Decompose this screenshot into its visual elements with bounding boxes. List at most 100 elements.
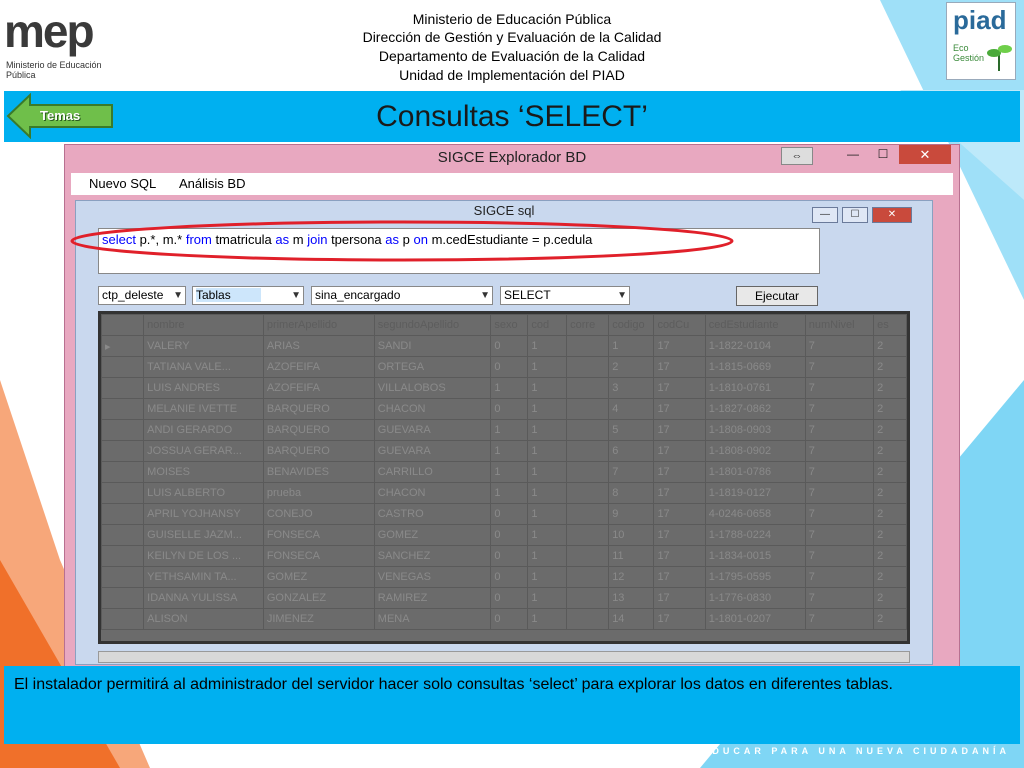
table-cell: 1 bbox=[490, 482, 529, 504]
tables-select[interactable]: Tablas ▼ bbox=[192, 286, 304, 305]
subwindow-maximize-button[interactable]: ☐ bbox=[842, 207, 868, 223]
column-header[interactable]: corre bbox=[566, 314, 610, 336]
row-selector bbox=[101, 377, 145, 399]
back-button-label[interactable]: Temas bbox=[40, 108, 80, 123]
column-header[interactable]: nombre bbox=[143, 314, 264, 336]
table-cell: 1-1834-0015 bbox=[704, 545, 806, 567]
table-cell: 1 bbox=[527, 377, 568, 399]
table-cell: FONSECA bbox=[262, 524, 375, 546]
table-cell: BENAVIDES bbox=[262, 461, 375, 483]
subwindow-close-button[interactable]: ✕ bbox=[872, 207, 912, 223]
table-cell: TATIANA VALE... bbox=[143, 356, 264, 378]
table-cell: 2 bbox=[873, 545, 907, 567]
window-minimize-button[interactable]: — bbox=[841, 147, 865, 163]
table-cell: LUIS ANDRES bbox=[143, 377, 264, 399]
table-cell: 17 bbox=[653, 545, 706, 567]
table-row[interactable]: ▸ VALERY ARIAS SANDI 0 1 1 17 1-1822-0104 7 2 bbox=[101, 335, 907, 357]
database-select[interactable]: ctp_deleste ▼ bbox=[98, 286, 186, 305]
table-cell bbox=[566, 419, 610, 441]
annotation-ellipse bbox=[70, 220, 734, 262]
table-row[interactable]: JOSSUA GERAR... BARQUERO GUEVARA 1 1 6 17 1-180… bbox=[101, 440, 907, 462]
table-cell: 13 bbox=[608, 587, 655, 609]
table-cell: 7 bbox=[608, 461, 655, 483]
table-cell: 7 bbox=[804, 440, 875, 462]
table-row[interactable]: LUIS ANDRES AZOFEIFA VILLALOBOS 1 1 3 17 1-1810… bbox=[101, 377, 907, 399]
menu-analisis-bd[interactable]: Análisis BD bbox=[179, 176, 245, 191]
table-cell: 1 bbox=[527, 419, 568, 441]
table-row[interactable]: MOISES BENAVIDES CARRILLO 1 1 7 17 1-1801-0786 7… bbox=[101, 461, 907, 483]
table-cell: BARQUERO bbox=[262, 440, 375, 462]
table-cell bbox=[566, 398, 610, 420]
menu-nuevo-sql[interactable]: Nuevo SQL bbox=[89, 176, 156, 191]
results-grid[interactable]: nombre primerApellido segundoApellido sexo c… bbox=[98, 311, 910, 644]
table-cell: 0 bbox=[490, 524, 529, 546]
table-cell bbox=[566, 440, 610, 462]
table-cell bbox=[566, 461, 610, 483]
table-cell: 7 bbox=[804, 356, 875, 378]
table-cell: 12 bbox=[608, 566, 655, 588]
column-header[interactable]: es bbox=[873, 314, 907, 336]
header-line-2: Dirección de Gestión y Evaluación de la … bbox=[362, 29, 662, 45]
column-header[interactable]: numNivel bbox=[804, 314, 875, 336]
table-cell bbox=[566, 545, 610, 567]
row-selector: ▸ bbox=[101, 335, 145, 357]
column-header[interactable]: codigo bbox=[608, 314, 655, 336]
table-row[interactable]: LUIS ALBERTO prueba CHACON 1 1 8 17 1-1819-0127… bbox=[101, 482, 907, 504]
table-cell: 1-1810-0761 bbox=[704, 377, 806, 399]
table-cell: 6 bbox=[608, 440, 655, 462]
table-row[interactable]: MELANIE IVETTE BARQUERO CHACON 0 1 4 17 1-1827-… bbox=[101, 398, 907, 420]
column-header[interactable]: codCu bbox=[653, 314, 706, 336]
table-row[interactable]: TATIANA VALE... AZOFEIFA ORTEGA 0 1 2 17 1-1815… bbox=[101, 356, 907, 378]
table-cell: 7 bbox=[804, 545, 875, 567]
table-cell: 1-1808-0903 bbox=[704, 419, 806, 441]
table-row[interactable]: ANDI GERARDO BARQUERO GUEVARA 1 1 5 17 1-1808-0… bbox=[101, 419, 907, 441]
column-header[interactable]: segundoApellido bbox=[373, 314, 492, 336]
query-type-select[interactable]: SELECT ▼ bbox=[500, 286, 630, 305]
table-row[interactable]: YETHSAMIN TA... GOMEZ VENEGAS 0 1 12 17 1-1795-… bbox=[101, 566, 907, 588]
table-cell: 1-1801-0786 bbox=[704, 461, 806, 483]
window-maximize-button[interactable]: ☐ bbox=[871, 147, 895, 163]
table-row[interactable]: APRIL YOJHANSY CONEJO CASTRO 0 1 9 17 4-0246-06… bbox=[101, 503, 907, 525]
menu-bar: Nuevo SQL Análisis BD bbox=[71, 173, 953, 195]
execute-button[interactable]: Ejecutar bbox=[736, 286, 818, 306]
table-cell: 17 bbox=[653, 587, 706, 609]
header-line-4: Unidad de Implementación del PIAD bbox=[399, 67, 625, 83]
table-cell: 7 bbox=[804, 587, 875, 609]
table-cell: FONSECA bbox=[262, 545, 375, 567]
horizontal-scrollbar[interactable] bbox=[98, 651, 910, 663]
column-header[interactable]: cod bbox=[527, 314, 568, 336]
table-row[interactable]: ALISON JIMENEZ MENA 0 1 14 17 1-1801-0207 7 2 bbox=[101, 608, 907, 630]
table-cell: AZOFEIFA bbox=[262, 356, 375, 378]
slide-title: Consultas ‘SELECT’ bbox=[376, 100, 648, 133]
column-header[interactable]: cedEstudiante bbox=[704, 314, 806, 336]
column-header[interactable] bbox=[101, 314, 145, 336]
table-cell: 1-1808-0902 bbox=[704, 440, 806, 462]
table-cell: 17 bbox=[653, 440, 706, 462]
table-cell: SANCHEZ bbox=[373, 545, 492, 567]
row-selector bbox=[101, 545, 145, 567]
column-header[interactable]: primerApellido bbox=[262, 314, 375, 336]
table-cell: BARQUERO bbox=[262, 419, 375, 441]
table-cell: 1-1822-0104 bbox=[704, 335, 806, 357]
table-name-select[interactable]: sina_encargado ▼ bbox=[311, 286, 493, 305]
column-header[interactable]: sexo bbox=[490, 314, 529, 336]
table-row[interactable]: KEILYN DE LOS ... FONSECA SANCHEZ 0 1 11 17 1-1… bbox=[101, 545, 907, 567]
table-cell: JIMENEZ bbox=[262, 608, 375, 630]
table-cell: 7 bbox=[804, 335, 875, 357]
window-close-button[interactable]: ✕ bbox=[899, 145, 951, 164]
subwindow-minimize-button[interactable]: — bbox=[812, 207, 838, 223]
table-cell: 0 bbox=[490, 335, 529, 357]
table-row[interactable]: IDANNA YULISSA GONZALEZ RAMIREZ 0 1 13 17 1-177… bbox=[101, 587, 907, 609]
row-selector bbox=[101, 440, 145, 462]
table-cell: 1-1776-0830 bbox=[704, 587, 806, 609]
row-selector bbox=[101, 356, 145, 378]
table-cell: 17 bbox=[653, 377, 706, 399]
table-row[interactable]: GUISELLE JAZM... FONSECA GOMEZ 0 1 10 17 1-1788… bbox=[101, 524, 907, 546]
table-cell: 1 bbox=[527, 503, 568, 525]
row-selector bbox=[101, 398, 145, 420]
table-cell: 8 bbox=[608, 482, 655, 504]
footer-slogan: EDUCAR PARA UNA NUEVA CIUDADANÍA bbox=[702, 746, 1010, 756]
window-restore-icon[interactable]: ⇔ bbox=[781, 147, 813, 165]
table-cell: APRIL YOJHANSY bbox=[143, 503, 264, 525]
table-cell bbox=[566, 356, 610, 378]
